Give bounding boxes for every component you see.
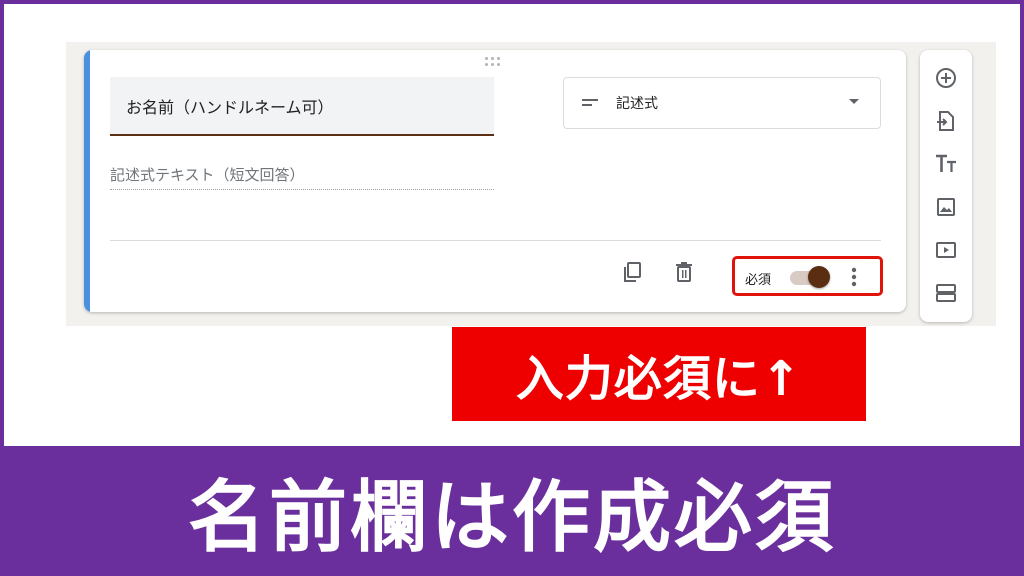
required-label: 必須 [745,273,772,288]
card-footer-divider [110,240,881,241]
required-callout: 入力必須に↑ [452,327,866,421]
question-type-select[interactable]: 記述式 [563,77,881,129]
dropdown-arrow-icon [849,99,859,104]
question-type-label: 記述式 [616,96,658,112]
question-title-text: お名前（ハンドルネーム可） [126,97,334,117]
add-image-icon[interactable] [934,195,958,219]
more-options-icon[interactable] [847,265,861,289]
headline-banner: 名前欄は作成必須 [0,446,1024,576]
short-text-icon [582,99,598,106]
import-questions-icon[interactable] [934,109,958,133]
card-focus-accent [84,50,90,312]
frame-right-border [1020,0,1024,446]
delete-icon[interactable] [672,260,696,284]
short-answer-placeholder: 記述式テキスト（短文回答） [110,164,494,190]
add-section-icon[interactable] [934,281,958,305]
side-toolbar [920,50,972,322]
required-toggle-thumb[interactable] [808,266,830,288]
add-video-icon[interactable] [934,238,958,262]
question-title-input[interactable]: お名前（ハンドルネーム可） [110,77,494,136]
duplicate-icon[interactable] [620,260,644,284]
required-toggle-highlight: 必須 [732,256,883,296]
add-question-icon[interactable] [934,66,958,90]
add-title-icon[interactable] [934,152,958,176]
frame-top-border [0,0,1024,4]
drag-handle-icon[interactable] [485,57,505,69]
frame-left-border [0,0,4,446]
